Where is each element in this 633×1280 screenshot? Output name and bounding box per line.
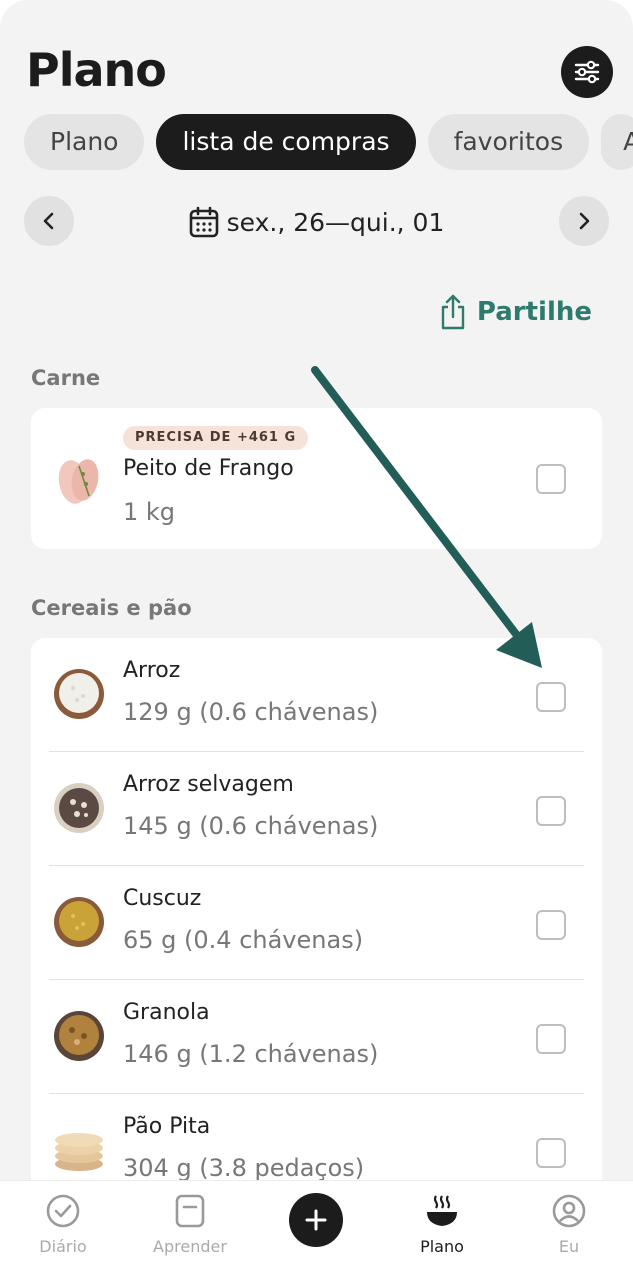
annotation-arrow bbox=[311, 366, 542, 668]
nav-aprender-label: Aprender bbox=[153, 1237, 227, 1256]
list-item: Arroz selvagem 145 g (0.6 chávenas) bbox=[31, 752, 602, 866]
nav-plano-label: Plano bbox=[420, 1237, 464, 1256]
item-checkbox[interactable] bbox=[536, 1024, 566, 1054]
nav-plano[interactable]: Plano bbox=[387, 1191, 497, 1256]
user-circle-icon bbox=[552, 1194, 586, 1228]
item-checkbox[interactable] bbox=[536, 910, 566, 940]
granola-bowl-icon bbox=[54, 1011, 104, 1061]
list-item: Granola 146 g (1.2 chávenas) bbox=[31, 980, 602, 1094]
add-button[interactable] bbox=[289, 1193, 343, 1247]
cereais-card: Arroz 129 g (0.6 chávenas) Arroz selvage… bbox=[31, 638, 602, 1238]
item-quantity: 146 g (1.2 chávenas) bbox=[123, 1040, 379, 1068]
list-item: Cuscuz 65 g (0.4 chávenas) bbox=[31, 866, 602, 980]
item-checkbox[interactable] bbox=[536, 1138, 566, 1168]
item-quantity: 65 g (0.4 chávenas) bbox=[123, 926, 364, 954]
screen: Plano Plano lista de compras favoritos A bbox=[0, 0, 633, 1280]
book-icon bbox=[175, 1194, 205, 1228]
plus-icon bbox=[305, 1209, 327, 1231]
steaming-bowl-icon bbox=[427, 1195, 457, 1226]
item-quantity: 304 g (3.8 pedaços) bbox=[123, 1154, 365, 1182]
nav-diario[interactable]: Diário bbox=[8, 1191, 118, 1256]
item-name: Pão Pita bbox=[123, 1114, 211, 1139]
couscous-bowl-icon bbox=[54, 897, 104, 947]
item-name: Cuscuz bbox=[123, 886, 202, 911]
pita-bread-icon bbox=[55, 1133, 103, 1171]
item-quantity: 129 g (0.6 chávenas) bbox=[123, 698, 379, 726]
bottom-nav: Diário Aprender Plano Eu bbox=[0, 1180, 633, 1280]
item-name: Granola bbox=[123, 1000, 210, 1025]
check-circle-icon bbox=[46, 1194, 80, 1228]
item-checkbox[interactable] bbox=[536, 796, 566, 826]
wild-rice-bowl-icon bbox=[54, 783, 104, 833]
item-quantity: 145 g (0.6 chávenas) bbox=[123, 812, 379, 840]
nav-diario-label: Diário bbox=[39, 1237, 87, 1256]
nav-aprender[interactable]: Aprender bbox=[135, 1191, 245, 1256]
nav-eu-label: Eu bbox=[558, 1237, 580, 1256]
item-name: Arroz selvagem bbox=[123, 772, 294, 797]
nav-eu[interactable]: Eu bbox=[514, 1191, 624, 1256]
